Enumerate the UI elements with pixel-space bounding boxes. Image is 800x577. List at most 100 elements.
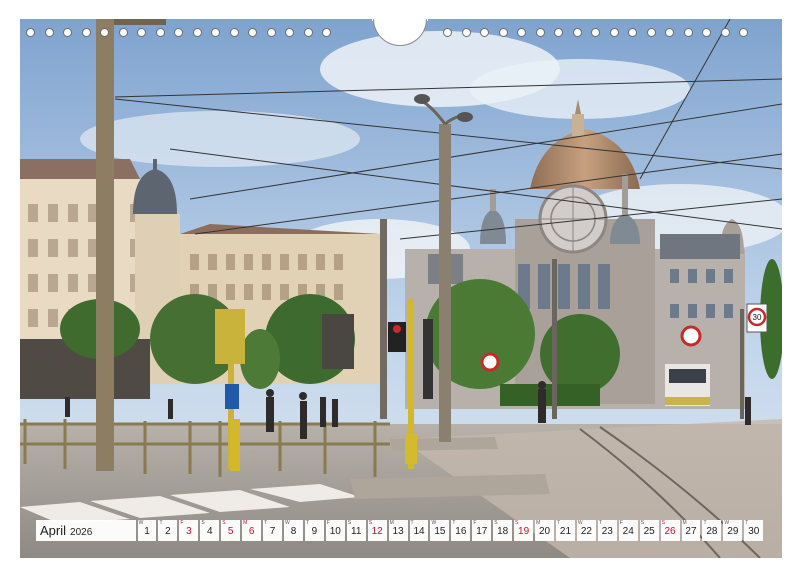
binding-ring xyxy=(480,28,489,37)
binding-ring xyxy=(461,28,471,37)
cloud xyxy=(80,111,360,167)
month-label: April 2026 xyxy=(36,520,136,541)
day-cell: T7 xyxy=(263,520,283,541)
day-number: 27 xyxy=(685,526,697,537)
binding-ring xyxy=(646,28,656,37)
day-number: 6 xyxy=(248,526,255,537)
binding-ring xyxy=(322,28,331,37)
day-cell: W8 xyxy=(284,520,303,541)
tram xyxy=(665,364,710,406)
binding-ring xyxy=(155,28,165,37)
binding-ring xyxy=(720,28,730,37)
day-number: 23 xyxy=(601,526,613,537)
binding-ring xyxy=(248,28,257,37)
speed-limit-sign: 30 xyxy=(753,313,762,322)
binding-ring xyxy=(609,28,619,37)
day-cell: F 10 xyxy=(325,520,345,541)
binding-ring xyxy=(81,28,91,37)
day-cell: T9 xyxy=(304,520,324,541)
day-cell: M6 xyxy=(242,520,262,541)
day-cell: S 26 xyxy=(660,520,680,541)
day-number: 12 xyxy=(371,526,383,537)
binding-ring xyxy=(665,28,674,37)
binding-ring xyxy=(63,28,72,37)
binding-ring xyxy=(303,28,313,37)
binding-ring xyxy=(572,28,582,37)
day-cell: T 14 xyxy=(409,520,429,541)
day-number: 16 xyxy=(455,526,467,537)
binding-ring xyxy=(591,28,600,37)
binding-ring xyxy=(211,28,220,37)
day-cell: F3 xyxy=(179,520,199,541)
day-number: 22 xyxy=(580,526,592,537)
day-cell: W 29 xyxy=(723,520,743,541)
day-number: 29 xyxy=(727,526,739,537)
day-number: 28 xyxy=(706,526,718,537)
day-cell: S5 xyxy=(221,520,241,541)
binding-ring xyxy=(100,28,109,37)
day-number: 30 xyxy=(748,526,760,537)
day-number: 1 xyxy=(144,526,150,537)
day-number: 18 xyxy=(497,526,509,537)
binding-ring xyxy=(192,28,202,37)
day-cell: W1 xyxy=(137,520,157,541)
binding-ring xyxy=(517,28,526,37)
month-name: April xyxy=(40,523,67,538)
day-cell: M 13 xyxy=(388,520,408,541)
binding-ring xyxy=(174,28,183,37)
day-cell: T 21 xyxy=(556,520,575,541)
day-cell: S 25 xyxy=(639,520,659,541)
day-number: 14 xyxy=(413,526,425,537)
day-number: 7 xyxy=(269,526,276,537)
day-number: 13 xyxy=(392,526,404,537)
binding-ring xyxy=(628,28,637,37)
day-cell: S 11 xyxy=(346,520,366,541)
day-cell: S 19 xyxy=(514,520,534,541)
day-number: 10 xyxy=(329,526,341,537)
day-cell: S4 xyxy=(200,520,220,541)
calendar-page: 30 April 2026 W 1 T 2 F 3 S 4 S 5 M 6 T 7 W 8 T 9 F 10 S 11 S 1… xyxy=(0,0,800,577)
binding-ring xyxy=(535,28,545,37)
day-number: 4 xyxy=(207,526,213,537)
day-number: 9 xyxy=(311,526,318,537)
binding-ring xyxy=(498,28,508,37)
day-cell: M 20 xyxy=(535,520,554,541)
calendar-strip: April 2026 W 1 T 2 F 3 S 4 S 5 M 6 T 7 W 8 T 9 F 10 S 11 S 12 M 1… xyxy=(36,520,764,541)
day-cell: S 18 xyxy=(493,520,513,541)
day-cell: F 17 xyxy=(472,520,492,541)
binding-ring xyxy=(266,28,276,37)
binding-ring xyxy=(285,28,294,37)
day-cell: F 24 xyxy=(618,520,638,541)
day-cell: S 12 xyxy=(367,520,387,541)
day-cell: M 27 xyxy=(681,520,701,541)
day-number: 19 xyxy=(518,526,530,537)
day-number: 25 xyxy=(643,526,655,537)
binding-ring xyxy=(554,28,563,37)
day-number: 21 xyxy=(559,526,572,537)
street-scene: 30 xyxy=(20,19,782,558)
binding-ring xyxy=(26,28,35,37)
day-number: 17 xyxy=(476,526,488,537)
day-number: 2 xyxy=(165,526,171,537)
day-number: 20 xyxy=(538,526,551,537)
day-cell: T 16 xyxy=(451,520,471,541)
binding-ring xyxy=(739,28,748,37)
day-number: 8 xyxy=(290,526,297,537)
binding-ring xyxy=(229,28,239,37)
day-number: 11 xyxy=(351,526,362,537)
day-number: 5 xyxy=(227,526,234,537)
day-number: 24 xyxy=(622,526,634,537)
year: 2026 xyxy=(70,527,93,538)
day-cell: W 22 xyxy=(576,520,596,541)
city-photo: 30 xyxy=(20,19,782,558)
binding-ring xyxy=(702,28,711,37)
binding-ring xyxy=(44,28,54,37)
binding-ring xyxy=(443,28,452,37)
binding-ring xyxy=(118,28,128,37)
day-cell: T 30 xyxy=(744,520,764,541)
day-cell: T 28 xyxy=(702,520,722,541)
binding-ring xyxy=(683,28,693,37)
day-number: 15 xyxy=(434,526,446,537)
day-number: 26 xyxy=(664,526,676,537)
binding-ring xyxy=(137,28,146,37)
